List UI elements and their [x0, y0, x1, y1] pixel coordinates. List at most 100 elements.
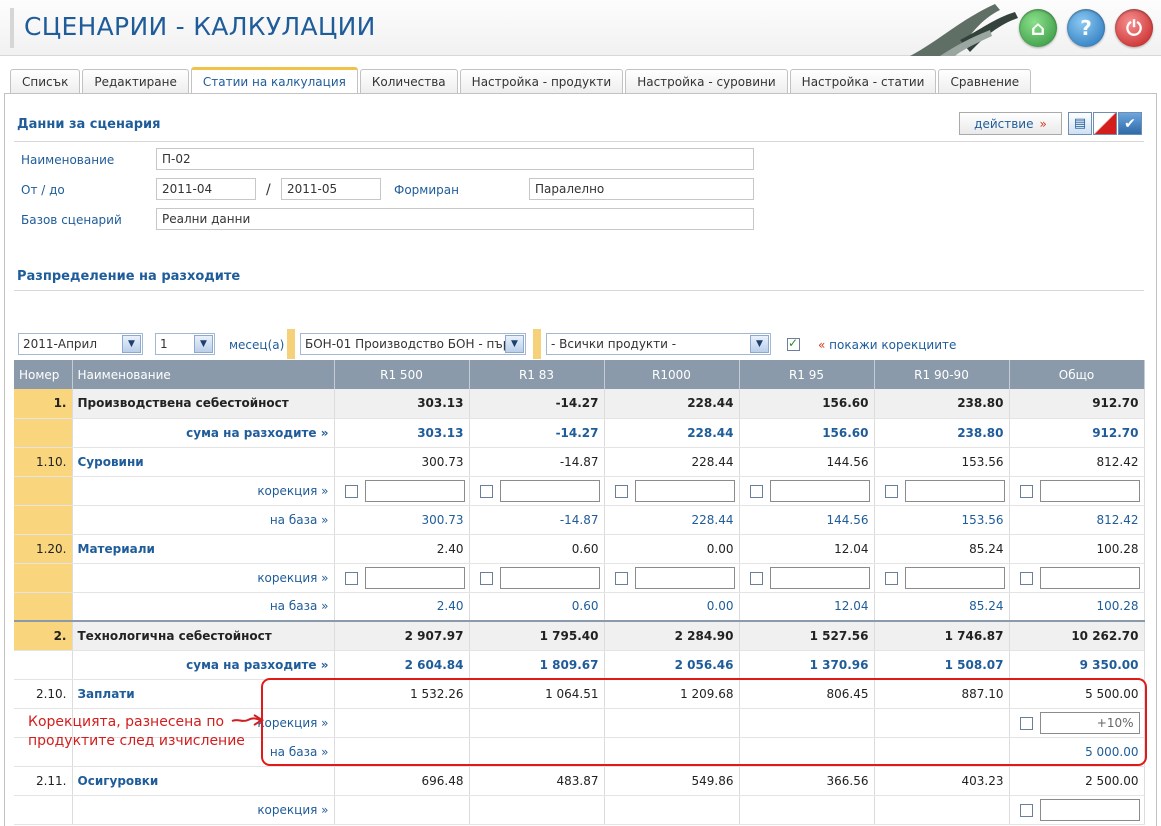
correction-checkbox[interactable] [749, 571, 763, 585]
correction-input[interactable] [1039, 566, 1140, 589]
correction-checkbox[interactable] [884, 484, 898, 498]
action-button[interactable]: действие » [959, 112, 1062, 135]
value-cell: 156.60 [739, 389, 875, 419]
app-window: СЦЕНАРИИ - КАЛКУЛАЦИИ ⌂ ? ⏻ Списък Редак… [0, 0, 1161, 826]
column-header[interactable]: R1 83 [469, 360, 605, 389]
base-scenario-field[interactable]: Реални данни [156, 208, 754, 230]
tab-settings-products[interactable]: Настройка - продукти [459, 69, 624, 94]
correction-checkbox[interactable] [344, 571, 358, 585]
home-button[interactable]: ⌂ [1019, 9, 1057, 47]
month-count-select[interactable]: 1 ▼ [155, 333, 215, 355]
tab-comparison[interactable]: Сравнение [938, 69, 1032, 94]
month-select[interactable]: 2011-Април ▼ [18, 333, 143, 355]
base-value-cell: 0.60 [469, 592, 605, 622]
correction-input[interactable] [769, 566, 870, 589]
value-cell: 0.00 [604, 534, 740, 564]
chevron-down-icon: ▼ [505, 335, 524, 353]
value-cell: 85.24 [874, 534, 1010, 564]
show-corrections-checkbox[interactable] [787, 336, 800, 351]
table-row: корекция » [14, 563, 1145, 593]
row-number [14, 418, 73, 448]
sum-link[interactable]: сума на разходите » [72, 650, 335, 680]
correction-link[interactable]: корекция » [72, 563, 335, 593]
correction-checkbox[interactable] [614, 484, 628, 498]
correction-input[interactable] [364, 479, 465, 502]
annotation-highlight-box [261, 678, 1147, 766]
sum-link[interactable]: сума на разходите » [72, 418, 335, 448]
correction-input[interactable] [904, 566, 1005, 589]
sum-value-cell: 156.60 [739, 418, 875, 448]
tab-list[interactable]: Списък [10, 69, 81, 94]
tab-cost-items[interactable]: Статии на калкулация [190, 67, 358, 94]
unit-select[interactable]: БОН-01 Производство БОН - пър ▼ [300, 333, 526, 355]
correction-checkbox[interactable] [1019, 571, 1033, 585]
base-value-cell: 85.24 [874, 592, 1010, 622]
printer-icon: ▤ [1073, 116, 1087, 131]
print-button[interactable]: ▤ [1068, 112, 1092, 135]
column-header[interactable]: R1 95 [739, 360, 875, 389]
correction-checkbox[interactable] [344, 484, 358, 498]
base-value-cell: -14.87 [469, 505, 605, 535]
product-select[interactable]: - Всички продукти - ▼ [546, 333, 771, 355]
correction-cell [1009, 563, 1145, 593]
cost-item-link[interactable]: Суровини [72, 447, 335, 477]
formed-label: Формиран [394, 183, 459, 197]
value-cell: 238.80 [874, 389, 1010, 419]
tab-edit[interactable]: Редактиране [82, 69, 189, 94]
show-corrections-link[interactable]: « покажи корекциите [818, 338, 956, 352]
column-header[interactable]: Общо [1009, 360, 1145, 389]
correction-link[interactable]: корекция » [72, 476, 335, 506]
correction-input[interactable] [634, 566, 735, 589]
period-from-field[interactable]: 2011-04 [156, 178, 256, 200]
correction-checkbox[interactable] [1019, 803, 1033, 817]
correction-checkbox[interactable] [884, 571, 898, 585]
correction-input[interactable] [634, 479, 735, 502]
period-to-field[interactable]: 2011-05 [281, 178, 381, 200]
tab-quantities[interactable]: Количества [359, 69, 458, 94]
correction-input[interactable] [1039, 798, 1140, 821]
sum-value-cell: 228.44 [604, 418, 740, 448]
sum-value-cell: 912.70 [1009, 418, 1145, 448]
correction-checkbox[interactable] [479, 571, 493, 585]
base-link[interactable]: на база » [72, 505, 335, 535]
correction-input[interactable] [499, 479, 600, 502]
column-header[interactable]: R1000 [604, 360, 740, 389]
logout-button[interactable]: ⏻ [1115, 9, 1153, 47]
empty-cell [604, 795, 740, 825]
name-label: Наименование [21, 153, 115, 167]
cost-item-link[interactable]: Осигуровки [72, 766, 335, 796]
correction-input[interactable] [1039, 479, 1140, 502]
column-header[interactable]: R1 90-90 [874, 360, 1010, 389]
correction-link[interactable]: корекция » [72, 795, 335, 825]
month-count-value: 1 [160, 337, 168, 351]
scenario-section-title: Данни за сценария [17, 117, 161, 132]
help-button[interactable]: ? [1067, 9, 1105, 47]
correction-input[interactable] [364, 566, 465, 589]
cost-item-link[interactable]: Материали [72, 534, 335, 564]
name-field[interactable]: П-02 [156, 148, 754, 170]
correction-checkbox[interactable] [479, 484, 493, 498]
row-number [14, 476, 73, 506]
column-header[interactable]: Номер [14, 360, 73, 389]
cancel-button[interactable] [1093, 112, 1117, 135]
correction-input[interactable] [499, 566, 600, 589]
section-divider [14, 290, 1144, 291]
correction-checkbox[interactable] [749, 484, 763, 498]
table-row: 2.11. Осигуровки 696.48 483.87 549.86 366.56 4… [14, 766, 1145, 796]
formed-field[interactable]: Паралелно [529, 178, 754, 200]
correction-checkbox[interactable] [1019, 484, 1033, 498]
tab-settings-materials[interactable]: Настройка - суровини [625, 69, 788, 94]
correction-input[interactable] [769, 479, 870, 502]
column-header[interactable]: R1 500 [334, 360, 470, 389]
confirm-button[interactable]: ✔ [1118, 112, 1142, 135]
base-link[interactable]: на база » [72, 592, 335, 622]
annotation-text: Корекцията, разнесена по продуктите след… [28, 713, 245, 751]
correction-checkbox[interactable] [614, 571, 628, 585]
show-corrections-label: покажи корекциите [829, 338, 957, 352]
value-cell: 228.44 [604, 389, 740, 419]
row-name: Технологична себестойност [72, 620, 335, 651]
column-header[interactable]: Наименование [72, 360, 335, 389]
value-cell: 2 500.00 [1009, 766, 1145, 796]
tab-settings-items[interactable]: Настройка - статии [789, 69, 937, 94]
correction-input[interactable] [904, 479, 1005, 502]
